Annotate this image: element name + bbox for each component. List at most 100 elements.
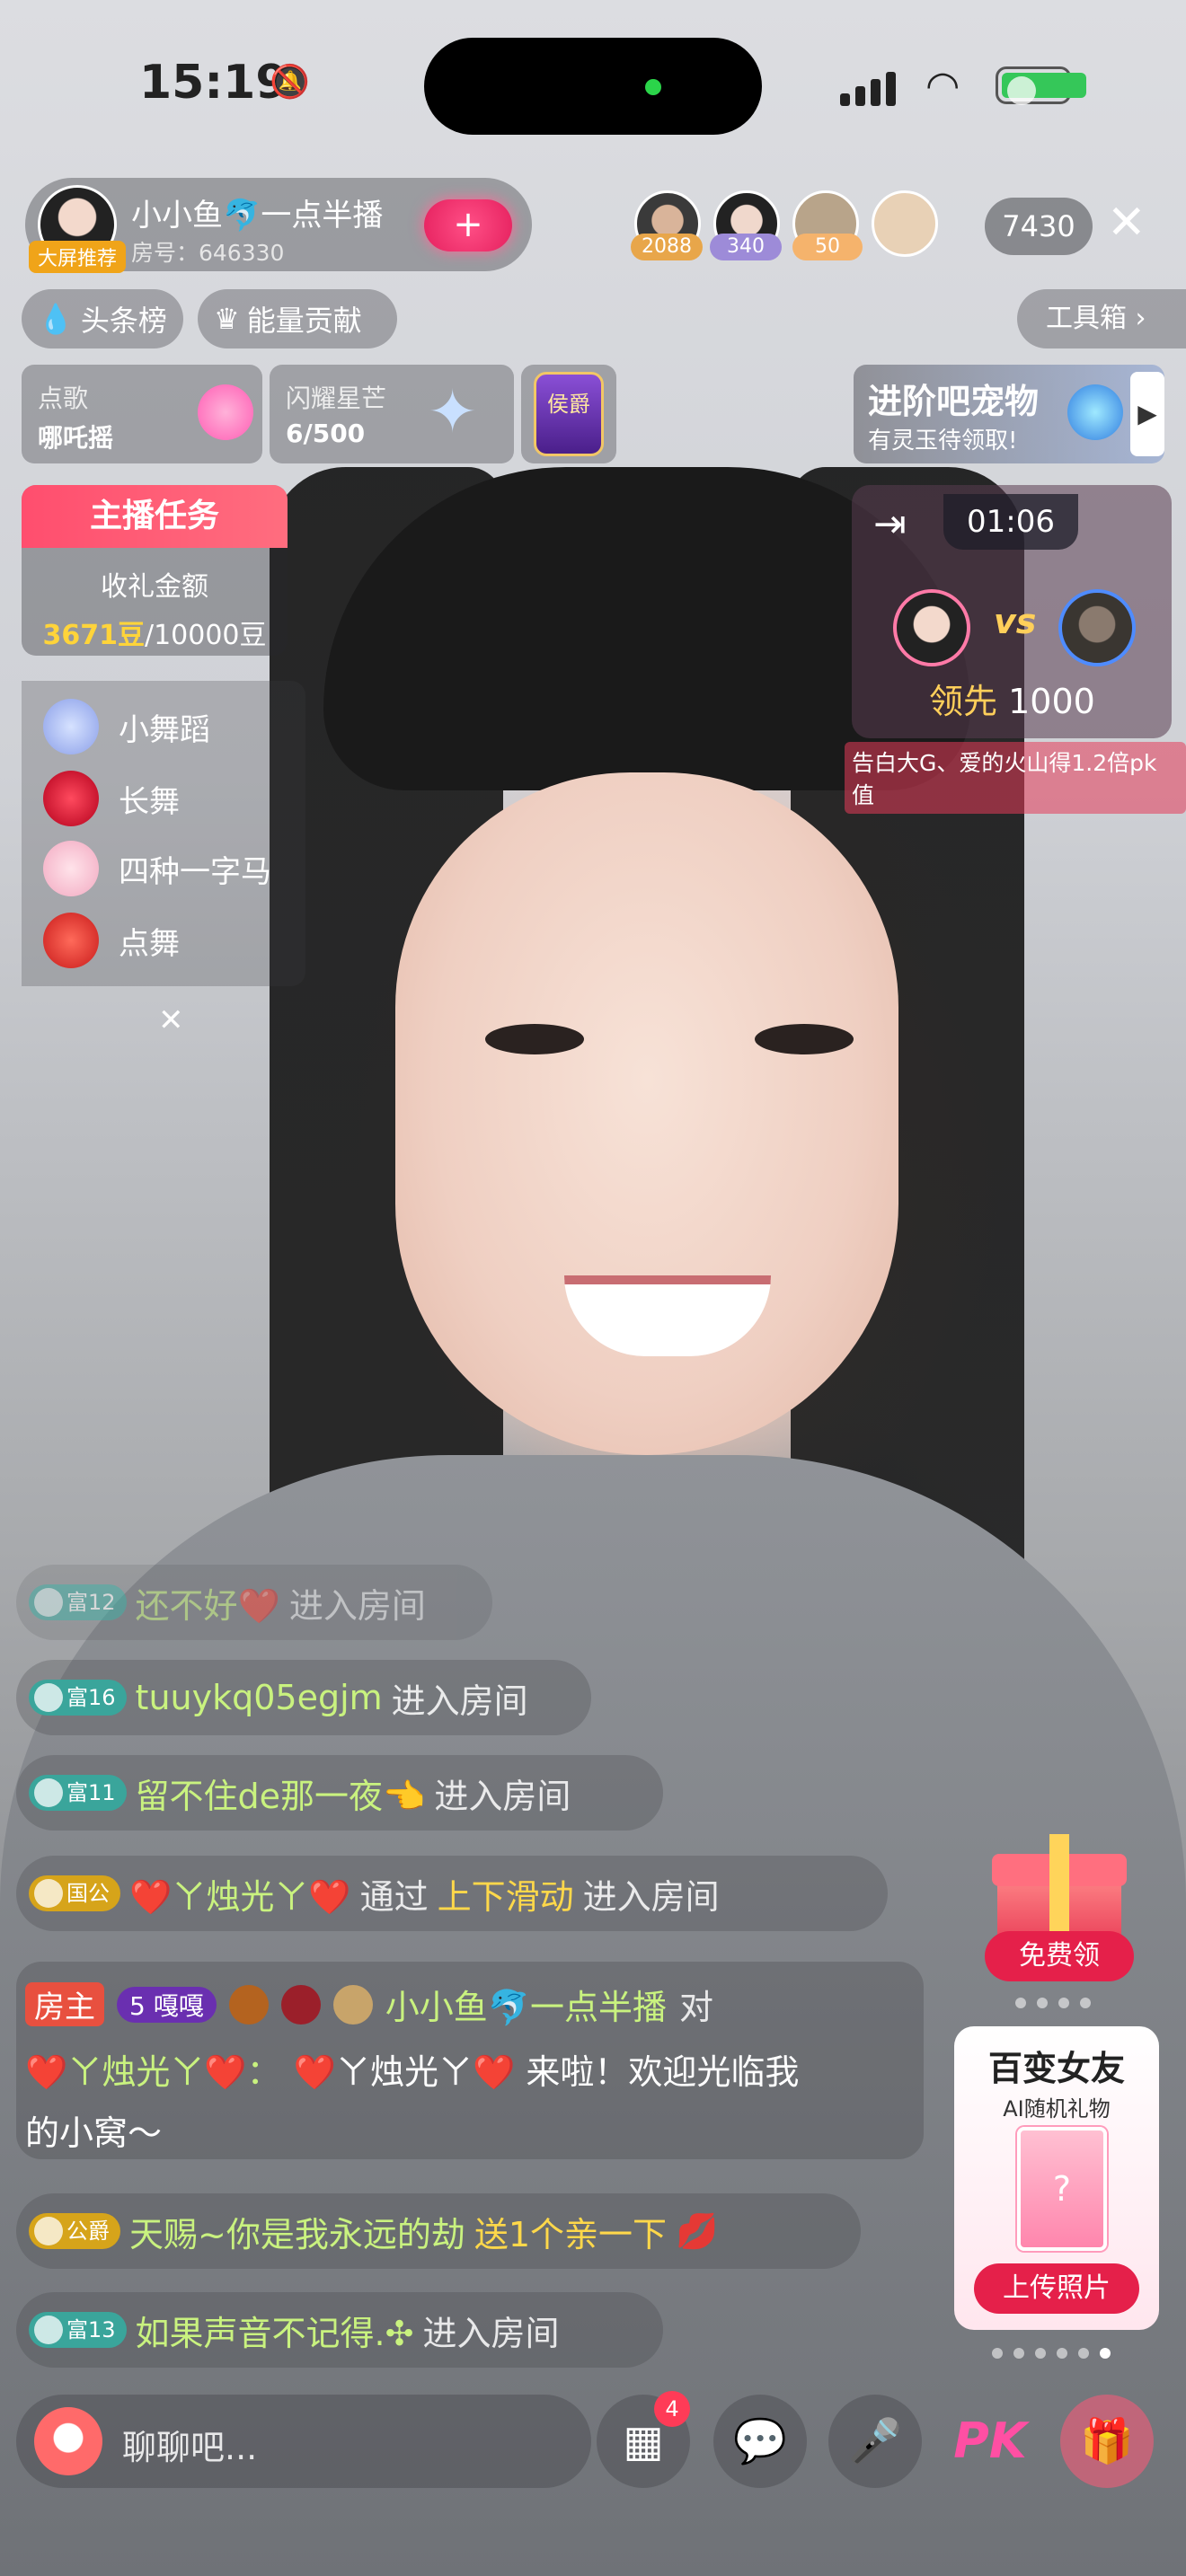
message-button[interactable]: 💬: [713, 2395, 807, 2488]
wealth-level-badge: 富13: [29, 2312, 127, 2348]
rank-badge: 侯爵: [534, 372, 604, 456]
microphone-icon: [198, 384, 253, 440]
dance-item-label: 点舞: [119, 925, 180, 962]
rank-card[interactable]: 侯爵: [521, 365, 616, 463]
chat-username[interactable]: 如果声音不记得.✣: [136, 2306, 414, 2355]
chat-username[interactable]: 还不好❤️: [136, 1578, 280, 1628]
medal-icon: [228, 1984, 269, 2025]
song-request-card[interactable]: 点歌 哪吒摇: [22, 365, 262, 463]
chat-input-bar[interactable]: 聊聊吧...: [16, 2395, 591, 2488]
host-name: 小小鱼🐬一点半播: [131, 198, 384, 234]
robot-assistant-icon[interactable]: [34, 2407, 102, 2475]
chat-action: 进入房间: [288, 1585, 426, 1626]
pk-panel[interactable]: ⇥ 01:06 vs 领先 1000: [852, 485, 1172, 738]
dance-item[interactable]: 长舞: [43, 771, 180, 826]
mystery-photo-icon: ?: [1017, 2127, 1107, 2251]
chat-gift-action: 送1个亲一下: [474, 2214, 668, 2254]
flame-icon: 💧: [38, 302, 74, 336]
chat-message-text: 的小窝～: [25, 2113, 163, 2153]
apps-badge: 4: [654, 2391, 690, 2427]
dragon-icon: [280, 1984, 321, 2025]
mute-bell-icon: 🔕: [270, 64, 310, 101]
chat-entry-method: 上下滑动: [437, 1876, 574, 1917]
close-icon[interactable]: ✕: [1107, 196, 1146, 250]
chat-bubble-icon: 💬: [733, 2416, 787, 2466]
dance-item-label: 四种一字马: [119, 853, 271, 890]
dance-item[interactable]: 点舞: [43, 913, 180, 968]
chat-action: 进入房间: [434, 1776, 571, 1816]
sports-car-icon: [43, 913, 99, 968]
cellular-signal-icon: [840, 66, 903, 106]
shining-star-value: 6/500: [286, 419, 366, 448]
pk-timer: 01:06: [943, 494, 1078, 550]
pet-advance-card[interactable]: 进阶吧宠物 有灵玉待领取! ▶: [854, 365, 1164, 463]
chat-action: 进入房间: [391, 1681, 528, 1721]
chat-line: 富11 留不住de那一夜👈 进入房间: [16, 1755, 663, 1831]
karaoke-button[interactable]: 🎤: [828, 2395, 922, 2488]
wifi-icon: ◠: [925, 63, 960, 109]
top-viewer-count: 2088: [631, 234, 703, 260]
host-task-label: 收礼金额: [101, 571, 208, 603]
toolbox-button[interactable]: 工具箱 ›: [1017, 289, 1186, 348]
headline-rank-button[interactable]: 💧 头条榜: [22, 289, 183, 348]
wealth-level-badge: 富12: [29, 1584, 127, 1620]
exit-icon[interactable]: ⇥: [873, 501, 907, 547]
close-dance-icon[interactable]: ✕: [158, 1002, 184, 1038]
lion-icon: [332, 1984, 373, 2025]
pet-subtitle: 有灵玉待领取!: [868, 428, 1018, 454]
grid-icon: ▦: [623, 2416, 664, 2466]
gift-icon: 🎁: [1080, 2416, 1134, 2466]
host-task-progress: 3671豆: [42, 620, 145, 651]
wealth-level-badge: 富16: [29, 1680, 127, 1716]
online-count[interactable]: 7430: [985, 198, 1093, 255]
host-task-title: 主播任务: [22, 485, 288, 548]
chat-line: 国公 ❤️ㄚ烛光ㄚ❤️ 通过 上下滑动 进入房间: [16, 1856, 888, 1931]
host-task-goal: /10000豆: [144, 620, 267, 651]
chat-username[interactable]: 留不住de那一夜👈: [136, 1769, 426, 1818]
shining-star-card[interactable]: 闪耀星芒 6/500 ✦: [270, 365, 514, 463]
pk-left-avatar[interactable]: [893, 589, 970, 666]
battery-icon: [996, 66, 1086, 105]
pet-play-icon[interactable]: ▶: [1130, 372, 1164, 456]
chat-target-user[interactable]: ❤️ㄚ烛光ㄚ❤️：: [25, 2044, 281, 2094]
energy-contribution-button[interactable]: ♛ 能量贡献: [198, 289, 397, 348]
status-time: 15:19: [139, 56, 288, 110]
pk-vs-label: vs: [994, 602, 1037, 641]
dance-item[interactable]: 小舞蹈: [43, 699, 210, 754]
streamer-eye-right: [755, 1024, 854, 1054]
pk-lead-label: 领先: [929, 682, 998, 721]
dynamic-island: [424, 38, 762, 135]
carousel-dots: [1015, 1998, 1091, 2008]
host-recommend-badge: 大屏推荐: [29, 241, 127, 273]
star-icon: ✦: [428, 377, 478, 446]
chat-message-text: ❤️ㄚ烛光ㄚ❤️ 来啦！欢迎光临我: [293, 2052, 800, 2092]
chat-action: 进入房间: [422, 2313, 560, 2353]
dance-item[interactable]: 四种一字马: [43, 841, 271, 896]
gift-button[interactable]: 🎁: [1060, 2395, 1154, 2488]
free-claim-button[interactable]: 免费领: [985, 1931, 1134, 1981]
chat-action: 进入房间: [582, 1876, 720, 1917]
pet-title: 进阶吧宠物: [868, 382, 1040, 421]
pk-lead-value: 1000: [1008, 682, 1095, 721]
chat-line: 富12 还不好❤️ 进入房间: [16, 1565, 492, 1640]
chat-username[interactable]: 天赐~你是我永远的劫: [129, 2207, 465, 2256]
follow-button[interactable]: +: [424, 199, 512, 251]
pk-tip: 告白大G、爱的火山得1.2倍pk值: [845, 742, 1186, 814]
host-task-panel[interactable]: 主播任务 收礼金额 3671豆/10000豆: [22, 485, 288, 656]
shining-star-title: 闪耀星芒: [286, 384, 387, 413]
chat-username[interactable]: tuuykq05egjm: [136, 1678, 383, 1717]
chat-input-placeholder[interactable]: 聊聊吧...: [122, 2420, 257, 2469]
host-welcome-message: 房主 5 嘎嘎 小小鱼🐬一点半播 对 ❤️ㄚ烛光ㄚ❤️： ❤️ㄚ烛光ㄚ❤️ 来啦…: [16, 1962, 924, 2159]
chat-username[interactable]: 小小鱼🐬一点半播: [385, 1980, 667, 2029]
top-viewer-avatar[interactable]: [872, 190, 938, 257]
top-viewer-count: 340: [710, 234, 782, 260]
ai-girlfriend-card[interactable]: 百变女友 AI随机礼物 ? 上传照片: [954, 2026, 1159, 2330]
upload-photo-button[interactable]: 上传照片: [974, 2263, 1139, 2314]
carousel-dots: [992, 2348, 1111, 2359]
pk-right-avatar[interactable]: [1058, 589, 1136, 666]
chat-username[interactable]: ❤️ㄚ烛光ㄚ❤️: [129, 1869, 351, 1919]
jade-icon: [1067, 384, 1123, 440]
pk-button[interactable]: PK: [943, 2395, 1037, 2488]
chat-via: 通过: [359, 1876, 429, 1917]
top-viewer-count: 50: [792, 234, 863, 260]
